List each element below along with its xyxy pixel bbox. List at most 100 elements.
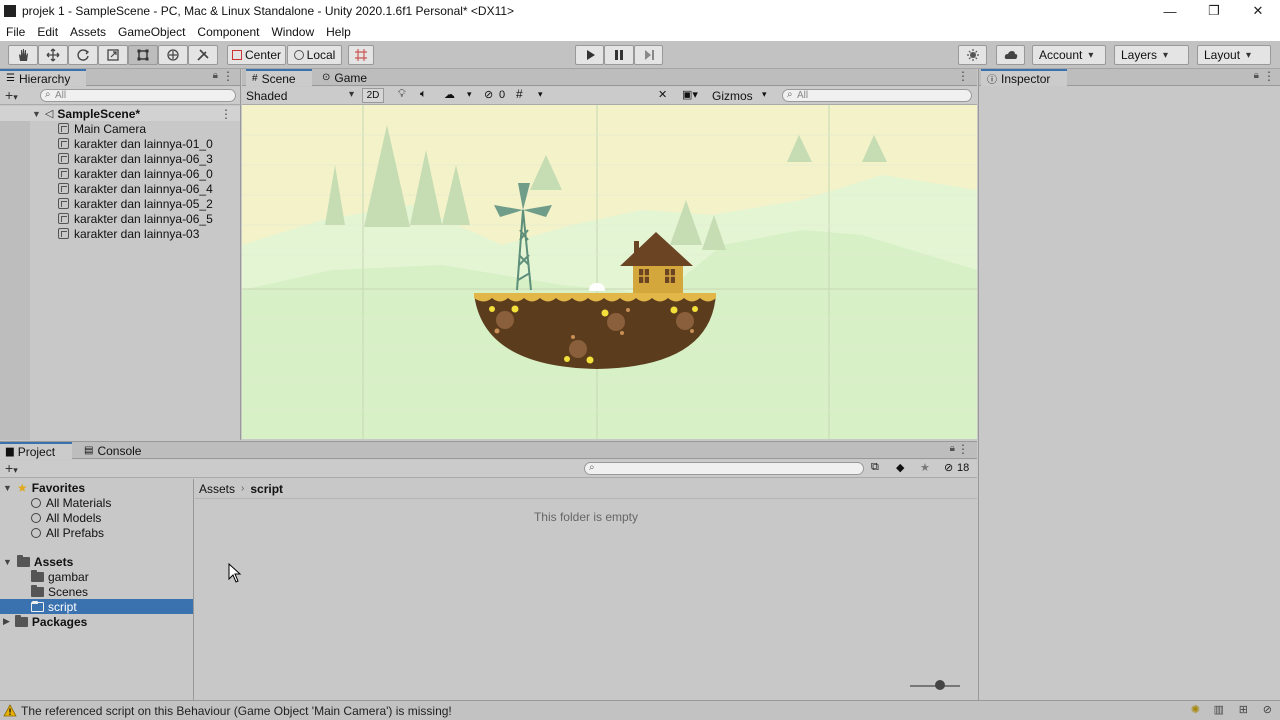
inspector-tab-bar: ⓘ Inspector 🔒︎ ⋮ xyxy=(979,69,1280,86)
tab-game[interactable]: ⊙ Game xyxy=(316,69,376,86)
collab-button[interactable] xyxy=(958,45,987,65)
database-icon[interactable]: ▥ xyxy=(1214,703,1224,716)
scene-tab-label: Scene xyxy=(261,71,296,86)
menu-component[interactable]: Component xyxy=(191,25,265,39)
hand-tool-button[interactable] xyxy=(8,45,38,65)
hierarchy-item[interactable]: karakter dan lainnya-06_5 xyxy=(0,211,240,226)
menu-assets[interactable]: Assets xyxy=(64,25,112,39)
layout-dropdown[interactable]: Layout xyxy=(1197,45,1271,65)
breadcrumb-script[interactable]: script xyxy=(250,482,283,496)
hierarchy-item[interactable]: Main Camera xyxy=(0,121,240,136)
debug-icon[interactable]: ⊞ xyxy=(1239,703,1248,716)
status-bar[interactable]: The referenced script on this Behaviour … xyxy=(0,700,1280,720)
grid-snap-button[interactable] xyxy=(348,45,374,65)
hierarchy-item[interactable]: karakter dan lainnya-06_3 xyxy=(0,151,240,166)
collapse-arrow-icon[interactable]: ▶ xyxy=(3,616,10,627)
transform-tool-button[interactable] xyxy=(158,45,188,65)
slider-thumb[interactable] xyxy=(935,680,945,690)
breadcrumb-assets[interactable]: Assets xyxy=(199,482,235,496)
menu-gameobject[interactable]: GameObject xyxy=(112,25,191,39)
pivot-space-button[interactable]: Local xyxy=(287,45,342,65)
kebab-menu-icon[interactable]: ⋮ xyxy=(1263,69,1275,83)
hierarchy-item[interactable]: karakter dan lainnya-06_0 xyxy=(0,166,240,181)
gizmos-arrow-icon[interactable]: ▾ xyxy=(762,89,767,100)
move-tool-button[interactable] xyxy=(38,45,68,65)
menu-help[interactable]: Help xyxy=(320,25,357,39)
menu-file[interactable]: File xyxy=(0,25,31,39)
grid-dropdown-icon[interactable]: ▾ xyxy=(538,89,543,100)
progress-check-icon[interactable]: ⊘ xyxy=(1263,703,1272,716)
lock-icon[interactable]: 🔒︎ xyxy=(1254,70,1259,81)
gameobject-cube-icon xyxy=(58,213,69,224)
scale-tool-button[interactable] xyxy=(98,45,128,65)
hierarchy-item[interactable]: karakter dan lainnya-05_2 xyxy=(0,196,240,211)
layout-label: Layout xyxy=(1204,48,1241,62)
effects-icon[interactable]: ☁︎ xyxy=(444,88,455,101)
toggle-2d-button[interactable]: 2D xyxy=(362,88,384,103)
filter-type-icon[interactable]: ⧉ xyxy=(871,461,879,474)
lock-icon[interactable]: 🔒︎ xyxy=(950,443,955,454)
project-search-input[interactable] xyxy=(584,462,864,475)
favorites-row[interactable]: ▼ ★ Favorites xyxy=(3,480,85,495)
hierarchy-item[interactable]: karakter dan lainnya-06_4 xyxy=(0,181,240,196)
kebab-menu-icon[interactable]: ⋮ xyxy=(957,442,969,456)
filter-label-icon[interactable]: ◆ xyxy=(896,461,904,474)
rotate-tool-button[interactable] xyxy=(68,45,98,65)
camera-icon[interactable]: ▣▾ xyxy=(682,88,698,101)
create-add-button[interactable]: +▾ xyxy=(5,460,18,478)
assets-row[interactable]: ▼ Assets xyxy=(3,554,73,569)
tab-scene[interactable]: # Scene xyxy=(246,69,312,86)
hidden-packages-icon[interactable]: ⊘ xyxy=(944,461,953,474)
scene-search-input[interactable]: All xyxy=(782,89,972,102)
favorite-star-icon[interactable]: ★ xyxy=(920,461,930,474)
minimize-button[interactable]: — xyxy=(1148,0,1192,22)
grid-visibility-icon[interactable]: # xyxy=(516,87,523,101)
lock-icon[interactable]: 🔒︎ xyxy=(213,70,218,81)
expand-arrow-icon[interactable]: ▼ xyxy=(32,109,41,119)
create-add-button[interactable]: +▾ xyxy=(5,87,18,105)
tab-hierarchy[interactable]: ☰ Hierarchy xyxy=(0,69,86,86)
maximize-button[interactable]: ❐ xyxy=(1192,0,1236,22)
scene-kebab-icon[interactable]: ⋮ xyxy=(957,69,969,83)
window-title: projek 1 - SampleScene - PC, Mac & Linux… xyxy=(22,4,515,18)
favorite-item[interactable]: All Materials xyxy=(31,495,111,510)
scene-viewport[interactable] xyxy=(242,105,977,439)
lighting-icon[interactable]: 💡︎ xyxy=(398,88,406,101)
lighting-status-icon[interactable]: ✺ xyxy=(1191,703,1200,716)
scene-kebab-icon[interactable]: ⋮ xyxy=(220,107,232,121)
play-button[interactable] xyxy=(575,45,604,65)
rect-tool-button[interactable] xyxy=(128,45,158,65)
tab-inspector[interactable]: ⓘ Inspector xyxy=(981,69,1067,86)
asset-folder[interactable]: gambar xyxy=(31,569,89,584)
tools-icon[interactable]: ✕ xyxy=(658,88,667,101)
hierarchy-search-input[interactable]: All xyxy=(40,89,236,102)
gizmos-dropdown[interactable]: Gizmos xyxy=(712,89,753,103)
expand-arrow-icon[interactable]: ▼ xyxy=(3,557,12,567)
asset-folder-selected[interactable]: script xyxy=(0,599,193,614)
menu-window[interactable]: Window xyxy=(265,25,320,39)
tab-console[interactable]: ▤ Console xyxy=(78,442,150,459)
hierarchy-item[interactable]: karakter dan lainnya-03 xyxy=(0,226,240,241)
expand-arrow-icon[interactable]: ▼ xyxy=(3,483,12,493)
favorite-item[interactable]: All Models xyxy=(31,510,101,525)
pivot-center-button[interactable]: Center xyxy=(227,45,286,65)
audio-icon[interactable]: 🔈︎ xyxy=(420,88,427,101)
packages-row[interactable]: ▶ Packages xyxy=(3,614,87,629)
scene-row[interactable]: ▼ ◁ SampleScene* ⋮ xyxy=(0,106,240,121)
layers-dropdown[interactable]: Layers xyxy=(1114,45,1189,65)
menu-edit[interactable]: Edit xyxy=(31,25,64,39)
close-button[interactable]: ✕ xyxy=(1236,0,1280,22)
account-dropdown[interactable]: Account xyxy=(1032,45,1106,65)
cloud-button[interactable] xyxy=(996,45,1025,65)
tab-project[interactable]: ▆ Project xyxy=(0,442,72,459)
kebab-menu-icon[interactable]: ⋮ xyxy=(222,69,234,83)
effects-dropdown-icon[interactable]: ▾ xyxy=(467,89,472,100)
hierarchy-item[interactable]: karakter dan lainnya-01_0 xyxy=(0,136,240,151)
step-button[interactable] xyxy=(634,45,663,65)
pause-button[interactable] xyxy=(604,45,634,65)
asset-folder[interactable]: Scenes xyxy=(31,584,88,599)
favorite-item[interactable]: All Prefabs xyxy=(31,525,104,540)
custom-tool-button[interactable] xyxy=(188,45,218,65)
hidden-objects-icon[interactable]: ⊘ xyxy=(484,88,493,101)
shading-mode-dropdown[interactable]: Shaded xyxy=(246,89,354,103)
